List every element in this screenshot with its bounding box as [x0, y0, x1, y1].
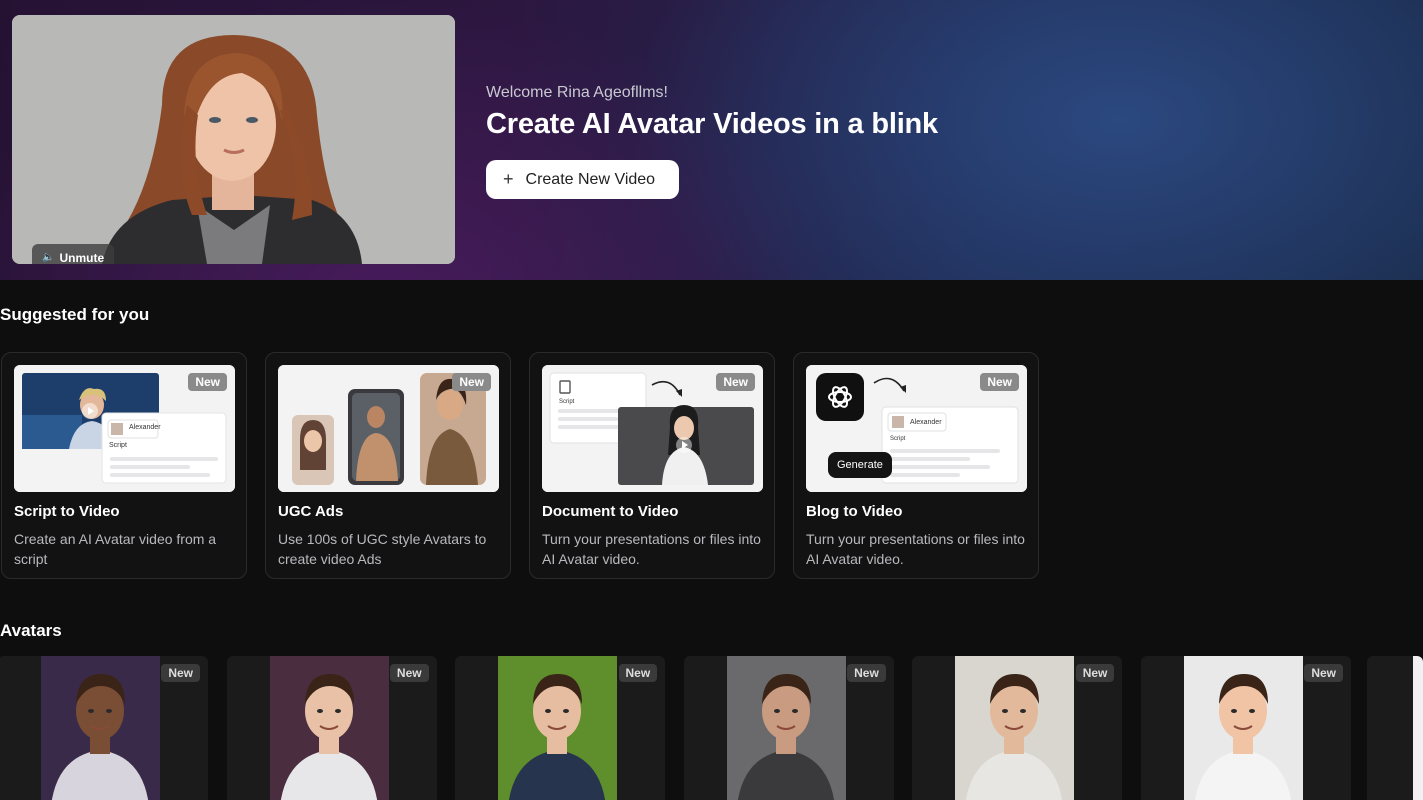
- new-badge: New: [452, 373, 491, 391]
- welcome-text: Welcome Rina Ageofllms!: [486, 84, 668, 101]
- presenter-image: [12, 15, 455, 264]
- create-new-video-button[interactable]: + Create New Video: [486, 160, 679, 199]
- card-title: UGC Ads: [278, 503, 344, 520]
- thumb-name: Alexander: [910, 419, 942, 426]
- avatar-photo: [1184, 656, 1303, 800]
- hero-title: Create AI Avatar Videos in a blink: [486, 108, 938, 140]
- new-badge: New: [980, 373, 1019, 391]
- hero-avatar-video[interactable]: 🔈 Unmute videos: [12, 15, 455, 264]
- avatar-card[interactable]: New: [912, 656, 1123, 800]
- avatar-card[interactable]: New: [1141, 656, 1351, 800]
- hero-banner: 🔈 Unmute videos Welcome Rina Ageofllms! …: [0, 0, 1423, 280]
- generate-chip: Generate: [828, 452, 892, 478]
- card-description: Use 100s of UGC style Avatars to create …: [278, 531, 487, 567]
- avatar-card[interactable]: New: [226, 656, 437, 800]
- avatar-photo: [726, 656, 846, 800]
- card-ugc-ads[interactable]: New UGC Ads Use 100s of UGC style Avatar…: [265, 352, 511, 579]
- avatar-photo: [955, 656, 1075, 800]
- card-title: Blog to Video: [806, 503, 903, 520]
- card-title: Script to Video: [14, 503, 120, 520]
- unmute-button[interactable]: 🔈 Unmute: [32, 244, 115, 265]
- card-document-to-video[interactable]: Script New Document to Video Turn your p…: [529, 352, 775, 579]
- card-thumbnail: New: [278, 365, 499, 492]
- new-badge: New: [716, 373, 755, 391]
- new-badge: New: [1304, 664, 1343, 682]
- card-blog-to-video[interactable]: Alexander Script Generate New Blog to Vi…: [793, 352, 1039, 579]
- plus-icon: +: [503, 169, 514, 189]
- avatar-photo: [498, 656, 618, 800]
- new-badge: New: [188, 373, 227, 391]
- unmute-label: Unmute: [59, 250, 105, 265]
- avatar-card[interactable]: New: [683, 656, 894, 800]
- new-badge: New: [847, 664, 886, 682]
- new-badge: New: [161, 664, 200, 682]
- avatars-heading: Avatars: [0, 621, 62, 640]
- avatar-card[interactable]: New: [455, 656, 666, 800]
- card-thumbnail: Script New: [542, 365, 763, 492]
- avatar-card-partial[interactable]: [1367, 656, 1423, 800]
- new-badge: New: [618, 664, 658, 682]
- avatar-card[interactable]: New: [0, 656, 208, 800]
- card-description: Turn your presentations or files into AI…: [542, 531, 761, 567]
- card-script-to-video[interactable]: Alexander Script New Script to Video Cre…: [1, 352, 247, 579]
- thumb-label: Script: [109, 442, 127, 449]
- thumb-label: Script: [890, 436, 906, 442]
- create-new-video-label: Create New Video: [525, 170, 656, 188]
- avatar-photo-partial: [1413, 656, 1423, 800]
- avatar-photo: [41, 656, 160, 800]
- thumb-name: Alexander: [129, 424, 161, 431]
- card-title: Document to Video: [542, 503, 679, 520]
- new-badge: New: [1075, 664, 1115, 682]
- new-badge: New: [389, 664, 429, 682]
- avatar-photo: [269, 656, 389, 800]
- card-thumbnail: Alexander Script New: [14, 365, 235, 492]
- card-thumbnail: Alexander Script Generate New: [806, 365, 1027, 492]
- thumb-label: Script: [559, 399, 575, 405]
- suggested-heading: Suggested for you: [0, 305, 150, 324]
- card-description: Turn your presentations or files into AI…: [806, 531, 1025, 567]
- card-description: Create an AI Avatar video from a script: [14, 531, 217, 567]
- speaker-muted-icon: 🔈: [42, 252, 55, 263]
